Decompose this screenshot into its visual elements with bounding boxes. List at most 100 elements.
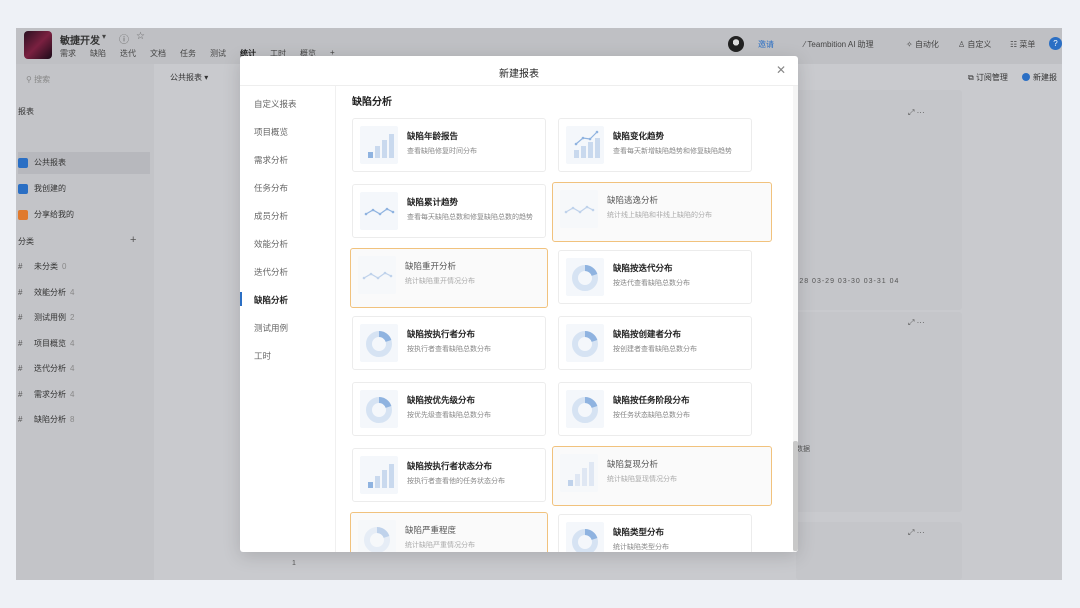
card-actions[interactable]: ⤢ ··· [908,528,925,538]
close-icon[interactable]: ✕ [776,63,786,77]
nav-item-9[interactable]: 工时 [254,350,271,362]
report-template-card[interactable]: 缺陷按创建者分布 按创建者查看缺陷总数分布 [558,316,752,370]
search-input[interactable]: ⚲ 搜索 [22,72,148,88]
customize-button[interactable]: ♙ 自定义 [958,39,991,50]
section-title: 缺陷分析 [352,97,392,108]
ai-assistant-button[interactable]: ⁄ Teambition AI 助理 [804,39,874,50]
report-template-card[interactable]: 缺陷按迭代分布 按迭代查看缺陷总数分布 [558,250,752,304]
card-description: 按执行者查看缺陷总数分布 [407,346,491,353]
donut-chart-icon [566,390,604,428]
dialog-title: 新建报表 [499,69,539,80]
category-count: 4 [70,287,75,297]
menu-icon: ☷ [1010,40,1020,49]
card-title: 缺陷按执行者状态分布 [407,461,493,471]
report-template-card[interactable]: 缺陷按执行者状态分布 按执行者查看他的任务状态分布 [352,448,546,502]
chevron-down-icon[interactable]: ▾ [102,32,106,41]
sidebar-item-label: 效能分析 [34,287,66,297]
card-title: 缺陷逃逸分析 [607,195,659,205]
card-title: 缺陷类型分布 [613,527,665,537]
report-template-card[interactable]: 缺陷按执行者分布 按执行者查看缺陷总数分布 [352,316,546,370]
sidebar-item-label: 分享给我的 [34,210,74,219]
invite-button[interactable]: 邀请 [758,39,774,50]
donut-chart-icon [360,390,398,428]
scrollbar[interactable] [793,86,798,552]
nav-item-6[interactable]: 迭代分析 [254,266,288,278]
nav-item-2[interactable]: 需求分析 [254,154,288,166]
report-category-nav: 自定义报表项目概览需求分析任务分布成员分析效能分析迭代分析缺陷分析测试用例工时 [240,86,336,552]
menu-button[interactable]: ☷ 菜单 [1010,39,1035,50]
card-description: 统计缺陷严重情况分布 [405,542,475,549]
tab-0[interactable]: 需求 [60,48,76,61]
report-template-card[interactable]: 缺陷类型分布 统计缺陷类型分布 [558,514,752,552]
sidebar-report-item[interactable]: 分享给我的 [18,204,150,226]
sidebar-category-item[interactable]: # 测试用例 2 [18,307,150,329]
automation-button[interactable]: ✧ 自动化 [906,39,939,50]
nav-item-7[interactable]: 缺陷分析 [254,294,288,306]
sidebar-item-label: 公共报表 [34,158,66,167]
report-template-card[interactable]: 缺陷重开分析 统计缺陷重开情况分布 [350,248,548,308]
card-description: 统计线上缺陷和非线上缺陷的分布 [607,212,712,219]
tab-5[interactable]: 测试 [210,48,226,61]
hash-icon: # [18,364,23,373]
donut-chart-icon [358,520,396,552]
card-description: 统计缺陷类型分布 [613,544,669,551]
sidebar-report-item[interactable]: 我创建的 [18,178,150,200]
sidebar-category-item[interactable]: # 未分类 0 [18,256,150,278]
help-icon[interactable]: ? [1049,37,1062,50]
sidebar-category-item[interactable]: # 需求分析 4 [18,384,150,406]
barline-chart-icon [566,126,604,164]
nav-item-5[interactable]: 效能分析 [254,238,288,250]
subscribe-icon: ⧉ [968,73,976,82]
report-template-card[interactable]: 缺陷严重程度统计缺陷严重情况分布 [350,512,548,552]
report-template-list: 缺陷分析 缺陷年龄报告 查看缺陷修复时间分布 缺陷变化趋势 查看每天新增缺陷趋势和修复… [336,86,798,552]
tab-4[interactable]: 任务 [180,48,196,61]
hash-icon: # [18,287,23,297]
subscribe-manage-button[interactable]: ⧉ 订阅管理 [968,72,1008,83]
tab-3[interactable]: 文档 [150,48,166,61]
new-report-button[interactable]: 新建报 [1022,72,1057,83]
donut-chart-icon [566,258,604,296]
dialog-header: 新建报表 ✕ [240,56,798,86]
nav-active-indicator [240,292,242,306]
report-template-card[interactable]: 缺陷年龄报告 查看缺陷修复时间分布 [352,118,546,172]
nav-item-0[interactable]: 自定义报表 [254,98,297,110]
sidebar-category-item[interactable]: # 迭代分析 4 [18,358,150,380]
card-actions[interactable]: ⤢ ··· [908,108,925,118]
sidebar-category-item[interactable]: # 缺陷分析 8 [18,409,150,431]
nav-item-8[interactable]: 测试用例 [254,322,288,334]
project-name[interactable]: 敏捷开发 [60,32,100,47]
report-template-card[interactable]: 缺陷变化趋势 查看每天新增缺陷趋势和修复缺陷趋势 [558,118,752,172]
report-scope-dropdown[interactable]: 公共报表 ▾ [170,72,208,83]
report-template-card[interactable]: 缺陷按优先级分布按优先级查看缺陷总数分布 [352,382,546,436]
avatar[interactable] [728,36,744,52]
report-template-card[interactable]: 缺陷复现分析 统计缺陷复现情况分布 [552,446,772,506]
sidebar-category-item[interactable]: # 项目概览 4 [18,333,150,355]
sidebar-category-item[interactable]: # 效能分析 4 [18,282,150,304]
scrollbar-thumb[interactable] [793,441,798,551]
card-actions[interactable]: ⤢ ··· [908,318,925,328]
sidebar: ⚲ 搜索 报表 公共报表 我创建的 分享给我的 分类 + # 未分类 0 # 效能分析 4 # 测… [16,64,154,580]
sidebar-item-label: 我创建的 [34,184,66,193]
report-icon [18,184,28,194]
project-logo[interactable] [24,31,52,59]
report-template-card[interactable]: 缺陷按任务阶段分布 按任务状态缺陷总数分布 [558,382,752,436]
new-report-dialog: 新建报表 ✕ 自定义报表 项目概览 需求分析 任务分布 成员分析 效能分析 迭代分析 缺陷分析… [240,56,798,552]
report-template-card[interactable]: 缺陷逃逸分析统计线上缺陷和非线上缺陷的分布 [552,182,772,242]
star-icon[interactable]: ☆ [136,31,145,42]
category-count: 0 [62,262,67,271]
card-title: 缺陷严重程度 [405,525,457,535]
sidebar-report-item[interactable]: 公共报表 [18,152,150,174]
card-title: 缺陷复现分析 [607,459,659,469]
card-title: 缺陷按优先级分布 [407,395,476,405]
nav-item-1[interactable]: 项目概览 [254,126,288,138]
tab-1[interactable]: 缺陷 [90,48,106,61]
category-count: 4 [70,338,75,348]
tab-2[interactable]: 迭代 [120,48,136,61]
nav-item-3[interactable]: 任务分布 [254,182,288,194]
add-category-icon[interactable]: + [130,234,136,246]
info-icon[interactable]: ⓘ [119,31,129,46]
card-title: 缺陷变化趋势 [613,131,665,141]
nav-item-4[interactable]: 成员分析 [254,210,288,222]
card-description: 按优先级查看缺陷总数分布 [407,412,491,419]
report-template-card[interactable]: 缺陷累计趋势 查看每天缺陷总数和修复缺陷总数的趋势 [352,184,546,238]
